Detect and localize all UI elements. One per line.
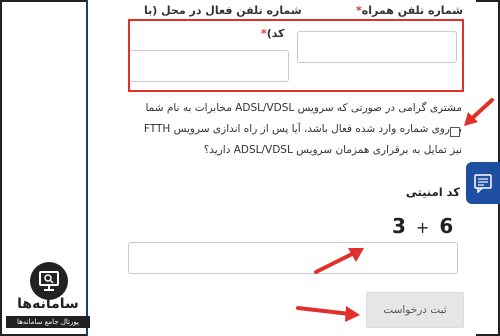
- captcha-number-a: 3: [392, 214, 408, 238]
- arrow-to-submit: [296, 306, 360, 322]
- submit-button[interactable]: ثبت درخواست: [366, 292, 464, 328]
- landline-label: شماره تلفن فعال در محل (با: [144, 4, 302, 17]
- site-logo: سامانه‌ها پورتال جامع سامانه‌ها: [6, 262, 90, 330]
- logo-tagline: پورتال جامع سامانه‌ها: [6, 316, 90, 328]
- mobile-label: شماره تلفن همراه*: [356, 4, 464, 17]
- side-tab[interactable]: [466, 162, 500, 204]
- captcha-display: 3 +6: [392, 214, 455, 238]
- arrow-to-captcha-input: [314, 248, 364, 274]
- adsl-description: مشتری گرامی در صورتی که سرویس ADSL/VDSL …: [143, 102, 462, 156]
- search-monitor-icon: [30, 262, 68, 300]
- captcha-input[interactable]: [128, 242, 458, 274]
- highlight-box: [128, 19, 464, 92]
- arrow-to-checkbox: [464, 98, 494, 126]
- captcha-operator: +: [415, 218, 432, 237]
- logo-name: سامانه‌ها: [17, 296, 79, 312]
- captcha-number-b: 6: [439, 214, 456, 238]
- chat-form-icon: [474, 174, 492, 193]
- adsl-checkbox[interactable]: [450, 127, 460, 137]
- security-code-title: کد امنیتی: [405, 185, 460, 199]
